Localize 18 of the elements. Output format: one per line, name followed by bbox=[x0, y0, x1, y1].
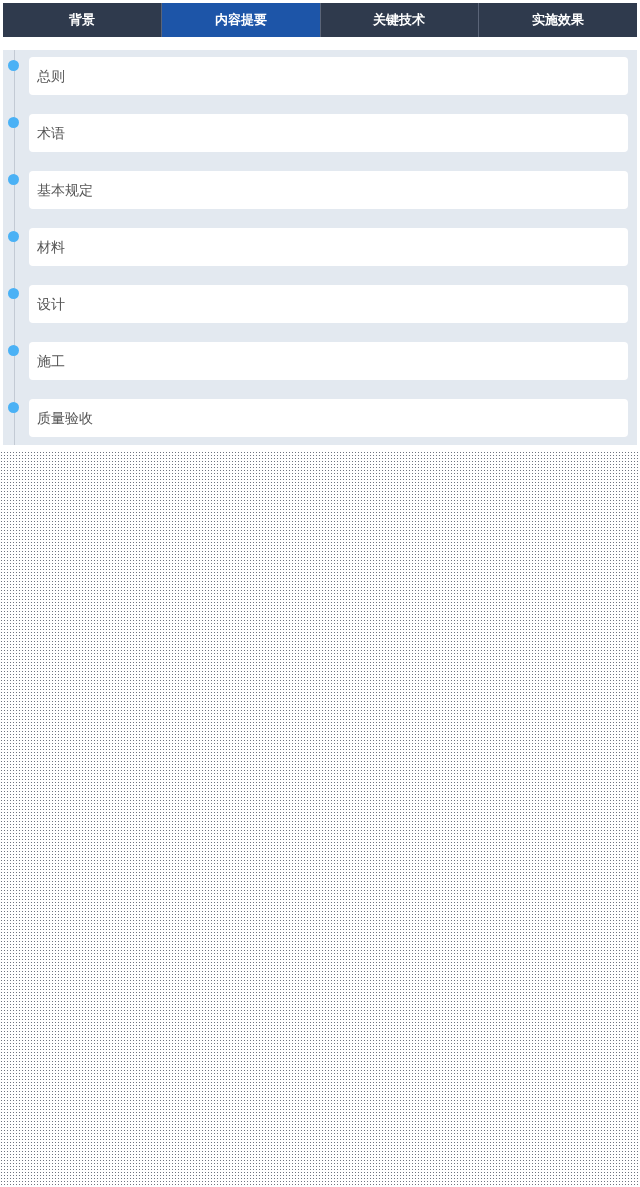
timeline-item[interactable]: 总则 bbox=[29, 57, 628, 95]
tab[interactable]: 实施效果 bbox=[479, 3, 637, 37]
timeline-item[interactable]: 施工 bbox=[29, 342, 628, 380]
timeline-item[interactable]: 术语 bbox=[29, 114, 628, 152]
timeline-item[interactable]: 基本规定 bbox=[29, 171, 628, 209]
timeline-item[interactable]: 材料 bbox=[29, 228, 628, 266]
timeline-dot bbox=[8, 60, 19, 71]
timeline-dot bbox=[8, 231, 19, 242]
timeline-item[interactable]: 质量验收 bbox=[29, 399, 628, 437]
timeline-dot bbox=[8, 174, 19, 185]
tab[interactable]: 关键技术 bbox=[320, 3, 480, 37]
timeline-dot bbox=[8, 117, 19, 128]
tab[interactable]: 内容提要 bbox=[161, 3, 321, 37]
timeline-dot bbox=[8, 402, 19, 413]
timeline-dot bbox=[8, 345, 19, 356]
timeline-dot bbox=[8, 288, 19, 299]
timeline-item[interactable]: 设计 bbox=[29, 285, 628, 323]
tab[interactable]: 背景 bbox=[3, 3, 162, 37]
